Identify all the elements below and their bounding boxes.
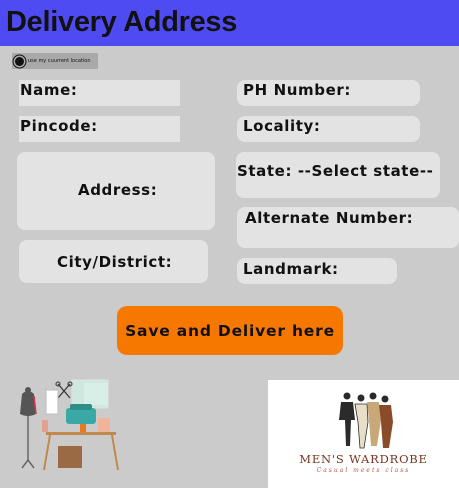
pincode-field[interactable]: Pincode: [19, 116, 180, 142]
name-field[interactable]: Name: [19, 80, 180, 106]
location-target-icon [15, 56, 24, 66]
address-field[interactable]: Address: [17, 152, 215, 230]
brand-tagline: Casual meets class [316, 467, 411, 474]
save-and-deliver-button[interactable]: Save and Deliver here [117, 306, 343, 355]
phone-number-label: PH Number: [243, 81, 351, 99]
alternate-number-label: Alternate Number: [245, 209, 414, 227]
city-district-field[interactable]: City/District: [19, 240, 208, 283]
locality-label: Locality: [243, 117, 321, 135]
tailor-workshop-illustration [14, 378, 122, 473]
models-logo-icon [339, 392, 393, 449]
page-title: Delivery Address [6, 6, 238, 38]
name-label: Name: [20, 81, 78, 99]
alternate-number-field[interactable]: Alternate Number: [237, 207, 459, 248]
use-current-location-button[interactable]: use my cuurrent location [12, 53, 98, 69]
state-label: State: --Select state-- [237, 162, 434, 180]
locality-field[interactable]: Locality: [237, 116, 420, 142]
landmark-field[interactable]: Landmark: [237, 258, 397, 284]
phone-number-field[interactable]: PH Number: [237, 80, 420, 106]
use-current-location-label: use my cuurrent location [28, 58, 91, 64]
pincode-label: Pincode: [20, 117, 98, 135]
header-bar: Delivery Address [0, 0, 459, 46]
address-label: Address: [78, 181, 158, 199]
city-district-label: City/District: [57, 253, 173, 271]
brand-name: MEN'S WARDROBE [299, 452, 428, 466]
state-select[interactable]: State: --Select state-- [236, 152, 440, 198]
mens-wardrobe-logo: MEN'S WARDROBE Casual meets class [268, 380, 459, 488]
landmark-label: Landmark: [243, 260, 339, 278]
